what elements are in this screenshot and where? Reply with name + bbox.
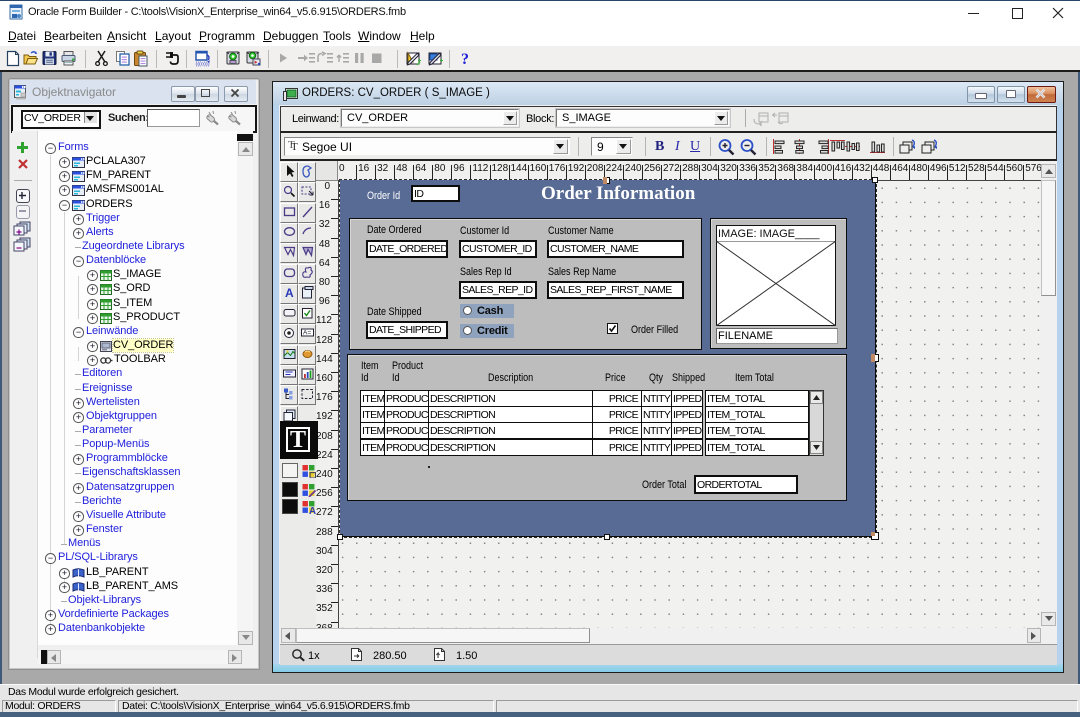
svg-text:(((o))): (((o))) [196,62,210,68]
svg-text:?: ? [461,51,469,68]
svg-text:A=: A= [303,330,311,337]
svg-text:A: A [309,506,316,514]
svg-text:A: A [285,286,294,300]
